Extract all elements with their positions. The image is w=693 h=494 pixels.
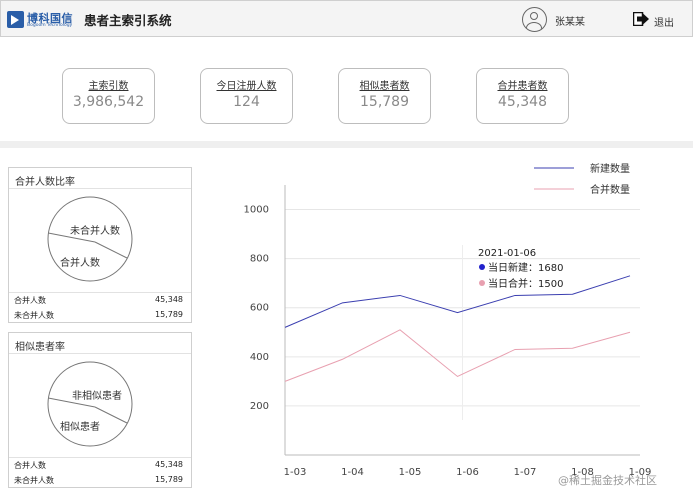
tooltip-line: 当日新建：1680 bbox=[488, 261, 563, 274]
app-title: 患者主索引系统 bbox=[84, 13, 172, 28]
merge-ratio-panel: 合并人数比率 未合并人数 合并人数 合并人数 45,348 未合并人数 15,7… bbox=[8, 167, 192, 323]
panel-separator bbox=[9, 353, 191, 354]
row-label: 合并人数 bbox=[14, 461, 46, 470]
logo-subtitle: Bogoom Technology bbox=[27, 23, 73, 28]
pie-label-non-similar: 非相似患者 bbox=[72, 391, 122, 402]
row-label: 未合并人数 bbox=[14, 476, 54, 485]
y-tick-label: 200 bbox=[250, 401, 269, 412]
stat-card-similar-patients[interactable]: 相似患者数 15,789 bbox=[338, 68, 431, 124]
pie-label-merged: 合并人数 bbox=[60, 258, 100, 269]
y-tick-label: 1000 bbox=[244, 205, 269, 216]
merge-pie-chart bbox=[47, 196, 133, 282]
stat-label[interactable]: 主索引数 bbox=[63, 77, 154, 92]
y-tick-label: 800 bbox=[250, 254, 269, 265]
stat-card-today-registered[interactable]: 今日注册人数 124 bbox=[200, 68, 293, 124]
table-row: 未合并人数 15,789 bbox=[9, 308, 191, 323]
tooltip-line: 当日合并：1500 bbox=[488, 277, 563, 290]
tooltip-marker bbox=[479, 280, 485, 286]
y-tick-label: 600 bbox=[250, 303, 269, 314]
stat-label[interactable]: 今日注册人数 bbox=[201, 77, 292, 92]
trend-line-chart: 20040060080010001-03 1-04 1-05 1-06 1-07 1-08… bbox=[244, 162, 652, 478]
logo-mark-icon bbox=[7, 11, 24, 28]
row-label: 合并人数 bbox=[14, 296, 46, 305]
similar-ratio-panel: 相似患者率 非相似患者 相似患者 合并人数 45,348 未合并人数 15,78… bbox=[8, 332, 192, 488]
row-value: 15,789 bbox=[155, 310, 183, 319]
table-row: 未合并人数 15,789 bbox=[9, 473, 191, 488]
row-value: 45,348 bbox=[155, 295, 183, 304]
row-label: 未合并人数 bbox=[14, 311, 54, 320]
stat-value: 3,986,542 bbox=[72, 94, 145, 110]
stat-value: 45,348 bbox=[498, 94, 547, 110]
table-row: 合并人数 45,348 bbox=[9, 293, 191, 308]
merge-summary-rows: 合并人数 45,348 未合并人数 15,789 bbox=[9, 292, 191, 323]
section-divider bbox=[0, 141, 693, 148]
row-value: 15,789 bbox=[155, 475, 183, 484]
panel-title: 相似患者率 bbox=[15, 342, 65, 353]
pie-label-unmerged: 未合并人数 bbox=[70, 226, 120, 237]
username[interactable]: 张某某 bbox=[555, 13, 585, 28]
stat-label[interactable]: 相似患者数 bbox=[339, 77, 430, 92]
similar-pie-chart bbox=[47, 361, 133, 447]
x-tick-label: 1-03 bbox=[284, 467, 307, 478]
x-tick-label: 1-07 bbox=[514, 467, 537, 478]
stat-value: 124 bbox=[233, 94, 260, 110]
tooltip-date: 2021-01-06 bbox=[478, 248, 536, 259]
series-line-1 bbox=[284, 329, 631, 382]
x-tick-label: 1-06 bbox=[456, 467, 479, 478]
legend-label: 新建数量 bbox=[590, 162, 630, 175]
legend-label: 合并数量 bbox=[590, 183, 630, 196]
stat-value: 15,789 bbox=[360, 94, 409, 110]
panel-title: 合并人数比率 bbox=[15, 177, 75, 188]
row-value: 45,348 bbox=[155, 460, 183, 469]
similar-summary-rows: 合并人数 45,348 未合并人数 15,789 bbox=[9, 457, 191, 488]
pie-label-similar: 相似患者 bbox=[60, 422, 100, 433]
y-tick-label: 400 bbox=[250, 352, 269, 363]
series-line-0 bbox=[284, 275, 631, 328]
top-header: 博科国信 Bogoom Technology 患者主索引系统 张某某 退出 bbox=[0, 0, 693, 37]
logout-button[interactable]: 退出 bbox=[654, 14, 674, 29]
x-tick-label: 1-05 bbox=[399, 467, 422, 478]
brand-logo[interactable]: 博科国信 Bogoom Technology bbox=[7, 10, 73, 30]
watermark-text: @稀土掘金技术社区 bbox=[558, 474, 657, 487]
stat-card-merged-patients[interactable]: 合并患者数 45,348 bbox=[476, 68, 569, 124]
table-row: 合并人数 45,348 bbox=[9, 458, 191, 473]
logout-icon[interactable] bbox=[633, 12, 649, 26]
x-tick-label: 1-04 bbox=[341, 467, 364, 478]
tooltip-marker bbox=[479, 264, 485, 270]
pie-outline bbox=[47, 361, 133, 447]
user-circle-icon[interactable] bbox=[522, 7, 547, 32]
panel-separator bbox=[9, 188, 191, 189]
stat-label[interactable]: 合并患者数 bbox=[477, 77, 568, 92]
stat-card-master-index[interactable]: 主索引数 3,986,542 bbox=[62, 68, 155, 124]
